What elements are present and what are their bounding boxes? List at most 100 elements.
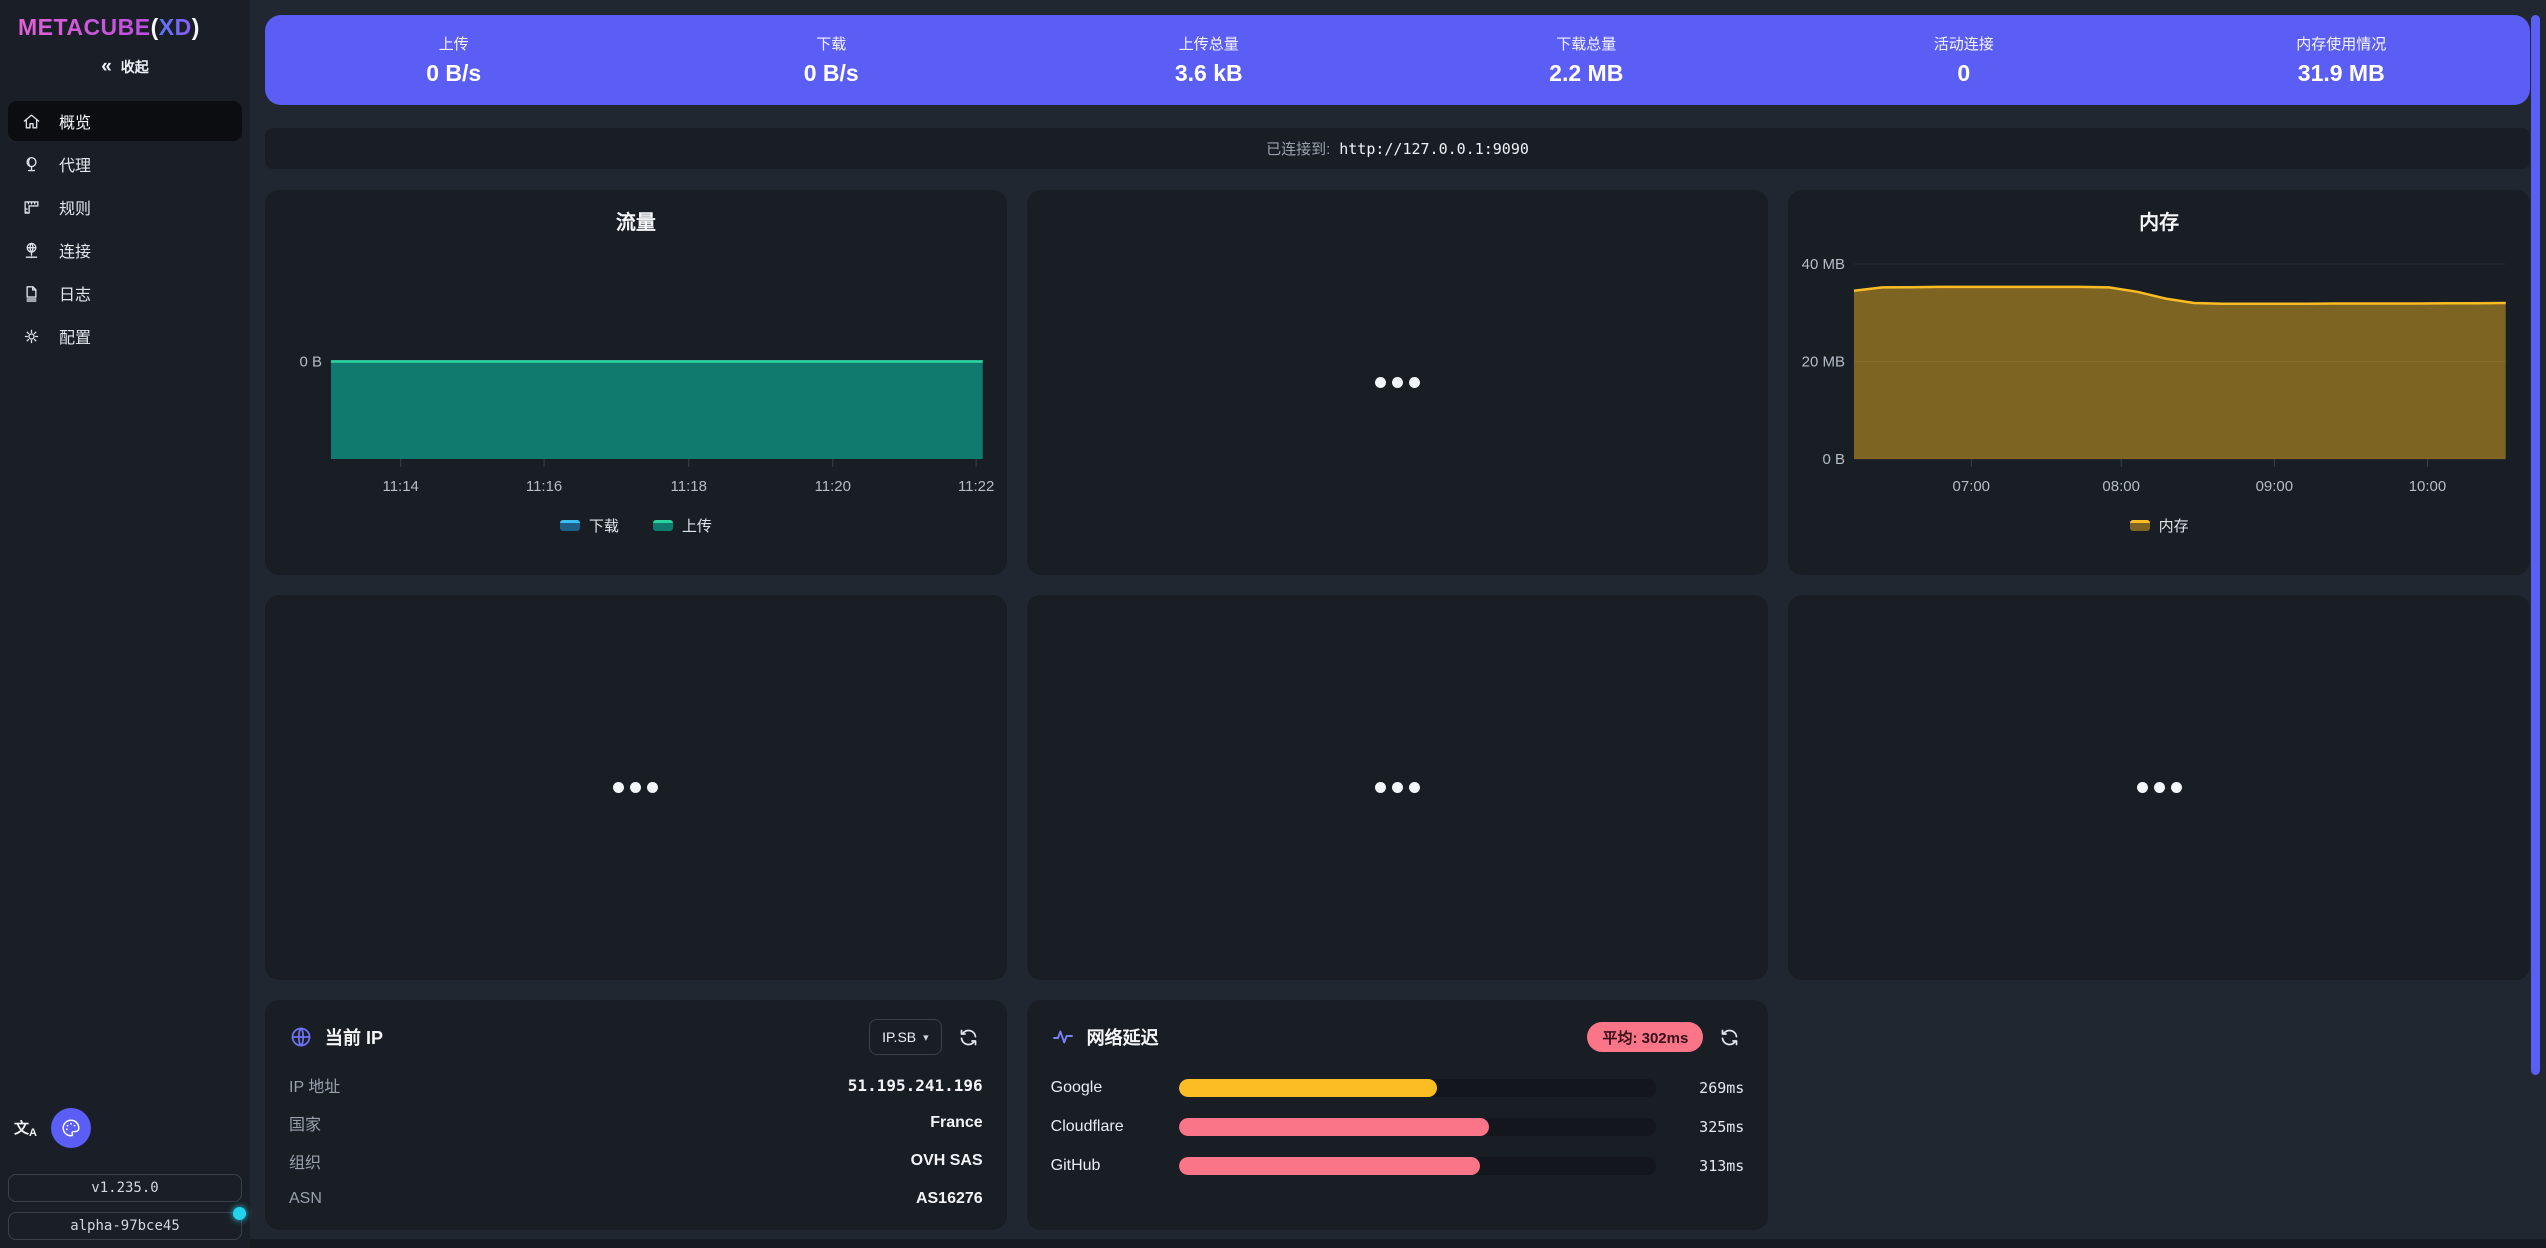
asn-row: ASN AS16276 [289, 1180, 983, 1218]
latency-bar-track [1179, 1118, 1657, 1136]
latency-row-cloudflare: Cloudflare 325ms [1051, 1107, 1745, 1146]
sidebar-item-connections[interactable]: 连接 [8, 230, 242, 270]
country-row: 国家 France [289, 1104, 983, 1142]
logo-accent: XD [159, 14, 192, 40]
release-version-button[interactable]: alpha-97bce45 [8, 1212, 242, 1240]
ip-source-select[interactable]: IP.SB ▾ [869, 1019, 942, 1055]
ruler-icon [22, 198, 41, 217]
stat-upload-speed: 上传 0 B/s [265, 33, 643, 87]
loading-card-4 [1788, 595, 2530, 980]
latency-bar-fill [1179, 1157, 1480, 1175]
svg-text:11:18: 11:18 [671, 478, 707, 495]
footer-strip [250, 1239, 2546, 1248]
stat-memory-usage: 内存使用情况 31.9 MB [2153, 33, 2531, 87]
organization-row: 组织 OVH SAS [289, 1142, 983, 1180]
loading-dots-icon [1375, 377, 1420, 388]
sidebar-item-overview[interactable]: 概览 [8, 101, 242, 141]
gear-icon [22, 327, 41, 346]
language-button[interactable]: 文A [14, 1117, 37, 1139]
loading-dots-icon [2137, 782, 2182, 793]
theme-button[interactable] [51, 1108, 91, 1148]
svg-text:20 MB: 20 MB [1802, 353, 1845, 370]
dashboard-grid: 流量 0 B11:1411:1611:1811:2011:22 下载上传 内存 … [265, 190, 2530, 1230]
traffic-chart-legend: 下载 上传 [265, 515, 1007, 536]
connection-label: 已连接到: [1266, 138, 1330, 159]
home-icon [22, 112, 41, 131]
svg-text:11:16: 11:16 [526, 478, 562, 495]
memory-chart-legend: 内存 [1788, 515, 2530, 536]
svg-text:09:00: 09:00 [2256, 478, 2293, 495]
svg-text:08:00: 08:00 [2103, 478, 2140, 495]
legend-item[interactable]: 内存 [2130, 515, 2189, 536]
loading-card-1 [1027, 190, 1769, 575]
sidebar-item-rules[interactable]: 规则 [8, 187, 242, 227]
refresh-icon [1719, 1027, 1740, 1048]
sidebar-menu: 概览 代理 规则 连接 日志 配置 [8, 101, 242, 356]
current-ip-card: 当前 IP IP.SB ▾ IP 地址 51.195. [265, 1000, 1007, 1230]
loading-dots-icon [613, 782, 658, 793]
stat-download-total: 下载总量 2.2 MB [1398, 33, 1776, 87]
svg-text:0 B: 0 B [299, 353, 321, 370]
svg-text:07:00: 07:00 [1953, 478, 1990, 495]
legend-swatch-icon [2130, 520, 2150, 531]
memory-chart-plot[interactable]: 0 B 20 MB 40 MB 07:00 08:00 09:00 10:00 [1788, 239, 2530, 509]
legend-swatch-icon [560, 520, 580, 531]
stat-download-speed: 下载 0 B/s [643, 33, 1021, 87]
refresh-latency-button[interactable] [1715, 1023, 1744, 1052]
globe-wire-icon [22, 241, 41, 260]
core-version-button[interactable]: v1.235.0 [8, 1174, 242, 1202]
sidebar-footer: 文A v1.235.0 alpha-97bce45 [8, 1108, 242, 1240]
svg-text:40 MB: 40 MB [1802, 256, 1845, 273]
pulse-icon [1051, 1025, 1075, 1049]
legend-swatch-icon [653, 520, 673, 531]
svg-text:11:20: 11:20 [815, 478, 851, 495]
connection-url: http://127.0.0.1:9090 [1339, 140, 1529, 158]
collapse-label: 收起 [121, 57, 149, 77]
sidebar-item-proxies[interactable]: 代理 [8, 144, 242, 184]
main-content: 上传 0 B/s 下载 0 B/s 上传总量 3.6 kB 下载总量 2.2 M… [250, 0, 2546, 1248]
app-logo[interactable]: METACUBE(XD) [18, 14, 242, 41]
chevron-down-icon: ▾ [923, 1031, 929, 1044]
connection-status-bar: 已连接到: http://127.0.0.1:9090 [265, 128, 2530, 169]
svg-text:11:22: 11:22 [958, 478, 994, 495]
svg-text:10:00: 10:00 [2409, 478, 2446, 495]
refresh-icon [958, 1027, 979, 1048]
sidebar-collapse-button[interactable]: « 收起 [8, 49, 242, 85]
palette-icon [60, 1117, 82, 1139]
refresh-ip-button[interactable] [954, 1023, 983, 1052]
scrollbar-thumb[interactable] [2531, 15, 2540, 1075]
traffic-chart-title: 流量 [265, 206, 1007, 235]
globe-stand-icon [22, 155, 41, 174]
memory-chart-title: 内存 [1788, 206, 2530, 235]
loading-card-2 [265, 595, 1007, 980]
ip-address-value: 51.195.241.196 [848, 1076, 983, 1095]
sidebar-item-config[interactable]: 配置 [8, 316, 242, 356]
legend-item[interactable]: 上传 [653, 515, 712, 536]
document-icon [22, 284, 41, 303]
svg-text:0 B: 0 B [1823, 451, 1845, 468]
app-root: METACUBE(XD) « 收起 概览 代理 规则 连接 [0, 0, 2546, 1248]
collapse-chevrons-icon: « [101, 57, 112, 76]
memory-chart-card: 内存 0 B 20 MB 40 MB 07:00 08:00 09:00 10:00 内存 [1788, 190, 2530, 575]
latency-card-title: 网络延迟 [1087, 1024, 1159, 1050]
latency-bar-track [1179, 1157, 1657, 1175]
legend-item[interactable]: 下载 [560, 515, 619, 536]
latency-bar-track [1179, 1079, 1657, 1097]
globe-icon [289, 1025, 313, 1049]
update-indicator-dot [233, 1207, 246, 1220]
stat-upload-total: 上传总量 3.6 kB [1020, 33, 1398, 87]
empty-grid-cell [1788, 1000, 2530, 1230]
network-latency-card: 网络延迟 平均: 302ms Google [1027, 1000, 1769, 1230]
traffic-chart-plot[interactable]: 0 B11:1411:1611:1811:2011:22 [265, 239, 1007, 509]
stats-banner: 上传 0 B/s 下载 0 B/s 上传总量 3.6 kB 下载总量 2.2 M… [265, 15, 2530, 105]
sidebar: METACUBE(XD) « 收起 概览 代理 规则 连接 [0, 0, 250, 1248]
latency-row-github: GitHub 313ms [1051, 1146, 1745, 1185]
sidebar-item-logs[interactable]: 日志 [8, 273, 242, 313]
ip-card-title: 当前 IP [325, 1024, 383, 1050]
latency-average-badge: 平均: 302ms [1587, 1022, 1703, 1052]
latency-bar-fill [1179, 1079, 1437, 1097]
ip-address-row: IP 地址 51.195.241.196 [289, 1066, 983, 1104]
latency-bar-fill [1179, 1118, 1489, 1136]
logo-brand: METACUBE [18, 14, 151, 40]
loading-dots-icon [1375, 782, 1420, 793]
